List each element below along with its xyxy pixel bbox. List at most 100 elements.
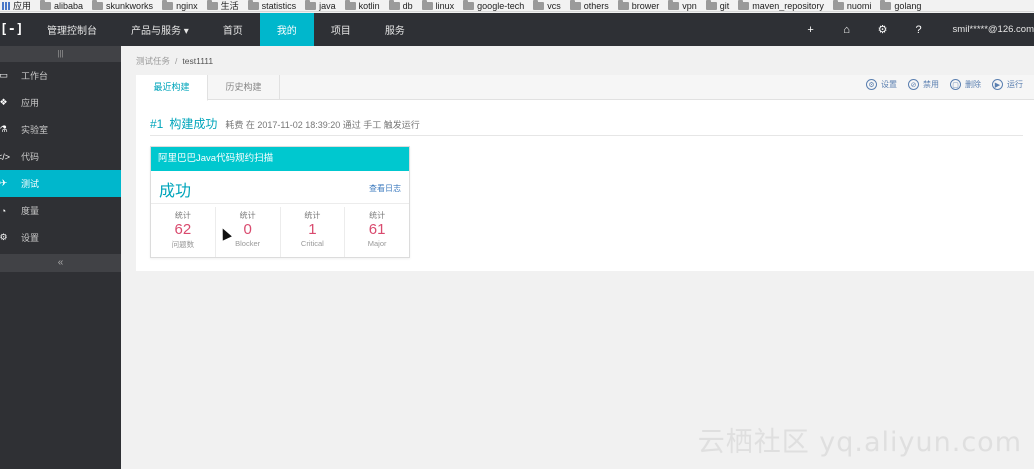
bookmark-item[interactable]: alibaba [40,0,84,11]
bookmark-label: db [402,0,413,11]
bookmark-item[interactable]: nuomi [832,0,872,11]
sidebar-item-label: 工作台 [21,71,49,81]
folder-icon [533,0,545,10]
folder-icon [617,0,629,10]
user-account[interactable]: smil*****@126.com [937,24,1034,35]
tab-recent-builds[interactable]: 最近构建 [136,75,208,101]
bookmark-label: statistics [261,0,297,11]
action-label: 运行 [1007,80,1023,89]
gear-icon[interactable]: ⚙ [865,13,901,46]
scan-result-card: 阿里巴巴Java代码规约扫描 成功 查看日志 统计 62 问题数 统计 0 Blocker… [150,146,410,258]
bookmark-label: brower [631,0,660,11]
help-icon[interactable]: ? [901,13,937,46]
tab-history-builds[interactable]: 历史构建 [208,75,280,100]
code-icon: </> [0,151,11,162]
bookmark-label: golang [894,0,922,11]
bookmark-item[interactable]: db [388,0,413,11]
bookmark-item[interactable]: maven_repository [738,0,824,11]
action-button[interactable]: ▶ 运行 [992,79,1023,90]
settings-icon: ⚙ [866,79,877,90]
stat-label: 统计 [239,211,256,220]
folder-icon [305,0,317,10]
bookmark-item[interactable]: brower [617,0,660,11]
bookmark-label: nuomi [846,0,872,11]
action-button[interactable]: ⊘ 禁用 [908,79,939,90]
apps-grid-icon [2,1,10,10]
action-button[interactable]: ⚙ 设置 [866,79,897,90]
bookmarks-bar: 应用 alibaba skunkworks nginx 生活 statistics java… [0,0,1034,12]
bookmark-label: linux [435,0,455,11]
nav-item[interactable]: 我的 [259,13,314,46]
sidebar-item-label: 实验室 [21,125,49,135]
stat-column: 统计 61 Major [345,207,409,257]
divider [150,135,1023,136]
bookmark-label: skunkworks [106,0,154,11]
bookmark-item[interactable]: nginx [162,0,198,11]
nav-item[interactable]: 产品与服务 ▾ [114,13,206,46]
add-icon[interactable]: + [793,13,829,46]
folder-icon [247,0,259,10]
build-status-title: 构建成功 [169,117,218,131]
sidebar-collapse-button[interactable]: « [0,254,121,272]
bookmark-item[interactable]: 生活 [206,0,239,11]
sidebar-item[interactable]: </> 代码 [0,143,121,170]
build-panel-body: 最近构建 历史构建 ⚙ 设置 ⊘ 禁用 ▢ 删除 ▶ 运行 #1 构建成功 耗费 在 2017… [136,46,1034,272]
bookmark-label: alibaba [54,0,84,11]
top-nav-right: + ⌂ ⚙ ? smil*****@126.com [793,13,1034,46]
apps-icon: ❖ [0,97,8,107]
sidebar-item[interactable]: ⚙ 设置 [0,224,121,251]
gear-icon: ⚙ [0,232,8,242]
inbox-icon[interactable]: ⌂ [829,13,865,46]
top-navigation: [-] 管理控制台 产品与服务 ▾ 首页 我的 项目 服务 + ⌂ ⚙ ? smil***… [0,13,1034,46]
sidebar-item[interactable]: ⚗ 实验室 [0,116,121,143]
sidebar-handle[interactable]: ||| [0,46,121,62]
bookmark-item[interactable]: kotlin [344,0,380,11]
tab-bar: 最近构建 历史构建 ⚙ 设置 ⊘ 禁用 ▢ 删除 ▶ 运行 [136,75,1034,101]
bookmark-item[interactable]: statistics [247,0,297,11]
bookmark-item[interactable]: git [705,0,729,11]
bookmark-item[interactable]: google-tech [463,0,524,11]
action-button[interactable]: ▢ 删除 [950,79,981,90]
bookmark-item[interactable]: others [569,0,609,11]
main-content: 测试任务 / test1111 最近构建 历史构建 ⚙ 设置 ⊘ 禁用 ▢ 删除 ▶ 运行 #1 … [121,46,1034,469]
build-number: #1 [150,117,164,131]
action-label: 设置 [881,80,897,89]
sidebar-item-label: 设置 [21,233,40,243]
nav-item[interactable]: 项目 [314,13,368,46]
bookmark-item[interactable]: vcs [533,0,561,11]
view-log-link[interactable]: 查看日志 [369,183,401,194]
sidebar-item[interactable]: ✈ 测试 [0,170,121,197]
bookmark-item[interactable]: linux [421,0,455,11]
bookmark-label: 应用 [13,1,32,11]
stat-value[interactable]: 1 [281,221,345,239]
stats-row: 统计 62 问题数 统计 0 Blocker 统计 1 Critical 统计 61 Major [151,207,409,257]
folder-icon [421,0,433,10]
folder-icon [92,0,104,10]
stat-label: 统计 [174,211,191,220]
play-icon: ▶ [992,79,1003,90]
stat-column: 统计 1 Critical [281,207,346,257]
nav-item[interactable]: 管理控制台 [30,13,114,46]
stat-value[interactable]: 61 [345,221,409,239]
nav-item[interactable]: 首页 [206,13,260,46]
bookmark-item[interactable]: golang [880,0,922,11]
bookmark-item[interactable]: 应用 [0,0,32,11]
bookmark-label: java [319,0,336,11]
lock-icon: ⊘ [908,79,919,90]
bookmark-item[interactable]: skunkworks [92,0,154,11]
sidebar: ||| ▭ 工作台 ❖ 应用 ⚗ 实验室 </> 代码 ✈ 测试 ◔ 度量 ⚙ 设置 « [0,46,121,469]
folder-icon [40,0,52,10]
bookmark-item[interactable]: vpn [668,0,697,11]
flask-icon: ⚗ [0,124,8,134]
stat-value[interactable]: 62 [151,221,215,239]
stat-sublabel: Major [367,239,387,248]
sidebar-item[interactable]: ◔ 度量 [0,197,121,224]
sidebar-item[interactable]: ▭ 工作台 [0,62,121,89]
sidebar-item-label: 度量 [21,206,40,216]
sidebar-item-label: 应用 [21,98,40,108]
bookmark-item[interactable]: java [305,0,336,11]
logo[interactable]: [-] [0,13,30,46]
sidebar-item[interactable]: ❖ 应用 [0,89,121,116]
card-title: 阿里巴巴Java代码规约扫描 [151,147,409,171]
nav-item[interactable]: 服务 [368,13,422,46]
